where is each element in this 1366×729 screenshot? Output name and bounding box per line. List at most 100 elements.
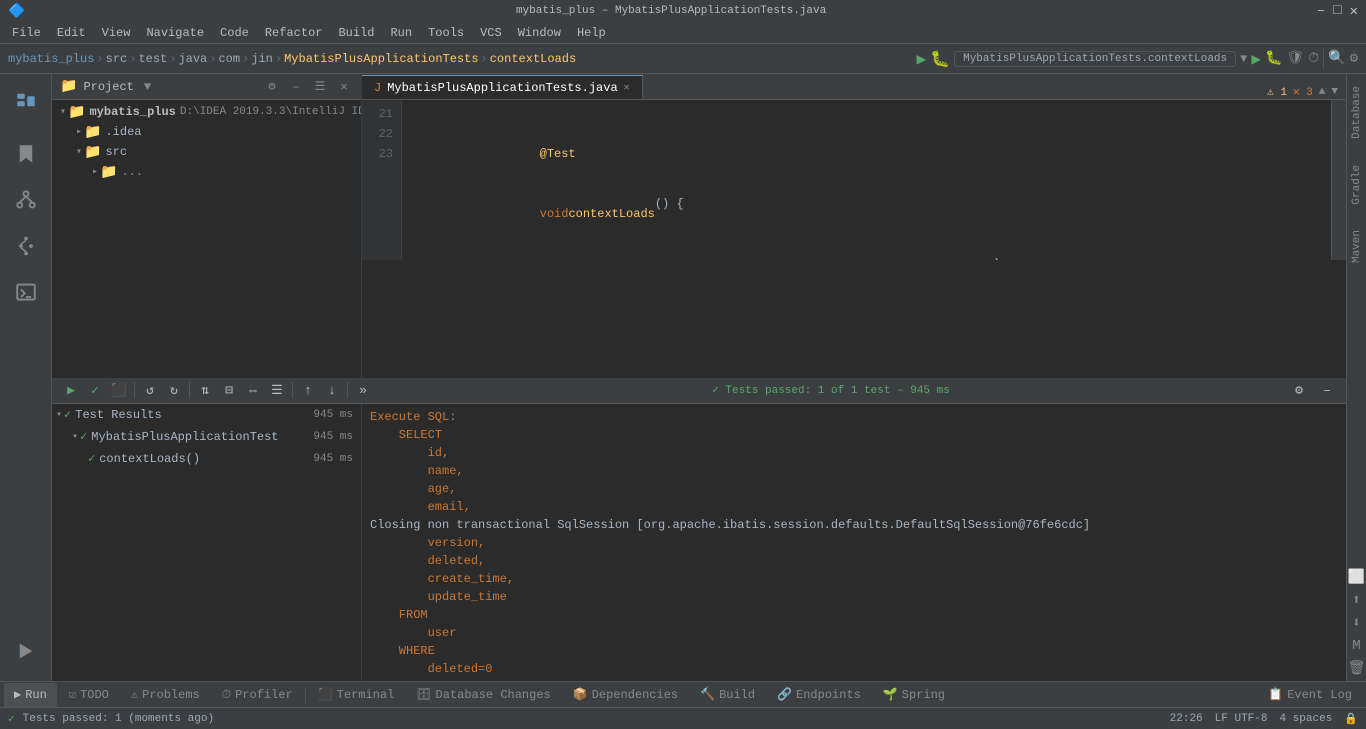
nav-up-btn[interactable]: ▲ bbox=[1319, 86, 1326, 98]
spring-tab-label: Spring bbox=[902, 688, 945, 702]
right-sidebar-icon-5[interactable]: 🗑 bbox=[1348, 660, 1366, 677]
sidebar-terminal-icon[interactable] bbox=[4, 270, 48, 314]
debug-btn[interactable]: 🐛 bbox=[1265, 50, 1282, 67]
run-tree-btn[interactable]: ☰ bbox=[266, 379, 288, 401]
nav-test[interactable]: test bbox=[138, 52, 167, 66]
menu-code[interactable]: Code bbox=[212, 22, 257, 43]
tree-root[interactable]: ▾ 📁 mybatis_plus D:\IDEA 2019.3.3\Intell… bbox=[52, 102, 361, 122]
menu-refactor[interactable]: Refactor bbox=[257, 22, 331, 43]
run-down-btn[interactable]: ↓ bbox=[321, 379, 343, 401]
sidebar-git-icon[interactable] bbox=[4, 224, 48, 268]
minimize-button[interactable]: – bbox=[1317, 3, 1325, 20]
sidebar-structure-icon[interactable] bbox=[4, 178, 48, 222]
settings-icon[interactable]: ⚙ bbox=[1350, 50, 1358, 67]
output-line-11: FROM bbox=[370, 606, 1338, 624]
status-indentation[interactable]: 4 spaces bbox=[1279, 713, 1332, 725]
tree-src-child[interactable]: ▸ 📁 ... bbox=[52, 162, 361, 182]
code-text[interactable]: @Test void contextLoads() { List<User> u… bbox=[402, 100, 1331, 260]
dropdown-icon[interactable]: ▼ bbox=[144, 80, 151, 94]
nav-mybatis-plus[interactable]: mybatis_plus bbox=[8, 52, 94, 66]
menu-vcs[interactable]: VCS bbox=[472, 22, 510, 43]
test-item-results[interactable]: ▾ ✓ Test Results 945 ms bbox=[52, 404, 361, 426]
search-everywhere-icon[interactable]: 🔍 bbox=[1328, 50, 1345, 67]
menu-file[interactable]: File bbox=[4, 22, 49, 43]
nav-class[interactable]: MybatisPlusApplicationTests bbox=[284, 52, 478, 66]
output-line-1: Execute SQL: bbox=[370, 408, 1338, 426]
menu-run[interactable]: Run bbox=[382, 22, 420, 43]
sidebar-bookmark-icon[interactable] bbox=[4, 132, 48, 176]
run-more-btn[interactable]: » bbox=[352, 379, 374, 401]
run-icon[interactable]: ▶ bbox=[917, 49, 927, 69]
coverage-btn[interactable]: 🛡 bbox=[1286, 50, 1304, 67]
menu-help[interactable]: Help bbox=[569, 22, 614, 43]
bottom-tab-db-changes[interactable]: 🗄 Database Changes bbox=[406, 683, 560, 707]
bottom-tab-spring[interactable]: 🌱 Spring bbox=[873, 683, 955, 707]
right-sidebar-icon-2[interactable]: ⬆ bbox=[1352, 592, 1360, 609]
bottom-tab-dependencies[interactable]: 📦 Dependencies bbox=[563, 683, 688, 707]
tree-idea[interactable]: ▸ 📁 .idea bbox=[52, 122, 361, 142]
panel-gear-icon[interactable]: ⚙ bbox=[263, 78, 281, 96]
run-btn-green[interactable]: ▶ bbox=[1251, 49, 1261, 69]
run-check-btn[interactable]: ✓ bbox=[84, 379, 106, 401]
nav-down-btn[interactable]: ▼ bbox=[1331, 86, 1338, 98]
run-rerun-failed-btn[interactable]: ↺ bbox=[139, 379, 161, 401]
run-close-btn[interactable]: – bbox=[1316, 379, 1338, 401]
nav-src[interactable]: src bbox=[106, 52, 128, 66]
right-sidebar-icon-4[interactable]: M bbox=[1352, 638, 1360, 654]
bottom-tab-terminal[interactable]: ⬛ Terminal bbox=[308, 683, 405, 707]
menu-build[interactable]: Build bbox=[330, 22, 382, 43]
test-item-method[interactable]: ✓ contextLoads() 945 ms bbox=[52, 448, 361, 470]
panel-settings-icon[interactable]: ☰ bbox=[311, 78, 329, 96]
right-tab-maven[interactable]: Maven bbox=[1349, 222, 1365, 271]
run-filter-btn[interactable]: ⊟ bbox=[218, 379, 240, 401]
nav-java[interactable]: java bbox=[178, 52, 207, 66]
output-line-12: user bbox=[370, 624, 1338, 642]
right-sidebar-icon-3[interactable]: ⬇ bbox=[1352, 615, 1360, 632]
profiler-btn[interactable]: ⏱ bbox=[1308, 51, 1319, 67]
panel-collapse-icon[interactable]: – bbox=[287, 78, 305, 96]
bottom-tab-endpoints[interactable]: 🔗 Endpoints bbox=[767, 683, 871, 707]
maximize-button[interactable]: □ bbox=[1333, 3, 1341, 20]
dependencies-tab-icon: 📦 bbox=[573, 687, 588, 702]
run-dropdown-icon[interactable]: ▼ bbox=[1240, 52, 1247, 66]
debug-icon[interactable]: 🐛 bbox=[930, 49, 950, 69]
nav-com[interactable]: com bbox=[218, 52, 240, 66]
project-panel-header: 📁 Project ▼ ⚙ – ☰ ✕ bbox=[52, 74, 361, 100]
run-expand-btn[interactable]: ⇔ bbox=[242, 379, 264, 401]
test-item-class[interactable]: ▾ ✓ MybatisPlusApplicationTest 945 ms bbox=[52, 426, 361, 448]
nav-method[interactable]: contextLoads bbox=[490, 52, 576, 66]
bottom-tab-event-log[interactable]: 📋 Event Log bbox=[1258, 683, 1362, 707]
tree-src[interactable]: ▾ 📁 src bbox=[52, 142, 361, 162]
output-panel[interactable]: Execute SQL: SELECT id, name, age, email… bbox=[362, 404, 1346, 682]
bottom-tab-run[interactable]: ▶ Run bbox=[4, 683, 57, 707]
nav-jin[interactable]: jin bbox=[251, 52, 273, 66]
run-stop-btn[interactable]: ⬛ bbox=[108, 379, 130, 401]
right-sidebar-icon-1[interactable]: ⬜ bbox=[1348, 569, 1365, 586]
close-button[interactable]: ✕ bbox=[1350, 3, 1358, 20]
menu-edit[interactable]: Edit bbox=[49, 22, 94, 43]
run-up-btn[interactable]: ↑ bbox=[297, 379, 319, 401]
run-rerun-btn[interactable]: ↻ bbox=[163, 379, 185, 401]
menu-window[interactable]: Window bbox=[510, 22, 569, 43]
right-tab-database[interactable]: Database bbox=[1349, 78, 1365, 147]
menu-view[interactable]: View bbox=[94, 22, 139, 43]
run-play-btn[interactable]: ▶ bbox=[60, 379, 82, 401]
tab-close-button[interactable]: ✕ bbox=[624, 82, 630, 94]
menu-tools[interactable]: Tools bbox=[420, 22, 472, 43]
bottom-tab-profiler[interactable]: ⏱ Profiler bbox=[212, 683, 303, 707]
run-sort-btn[interactable]: ⇅ bbox=[194, 379, 216, 401]
menu-navigate[interactable]: Navigate bbox=[138, 22, 212, 43]
sidebar-run-icon[interactable] bbox=[4, 629, 48, 673]
bottom-tab-problems[interactable]: ⚠ Problems bbox=[121, 683, 210, 707]
status-encoding[interactable]: LF UTF-8 bbox=[1215, 713, 1268, 725]
run-panel-header: ▶ ✓ ⬛ ↺ ↻ ⇅ ⊟ ⇔ ☰ ↑ ↓ » bbox=[52, 378, 1346, 404]
bottom-tab-build[interactable]: 🔨 Build bbox=[690, 683, 765, 707]
bottom-tab-todo[interactable]: ☑ TODO bbox=[59, 683, 119, 707]
run-settings-btn[interactable]: ⚙ bbox=[1288, 379, 1310, 401]
editor-tab-main[interactable]: J MybatisPlusApplicationTests.java ✕ bbox=[362, 75, 643, 99]
run-config-label[interactable]: MybatisPlusApplicationTests.contextLoads bbox=[954, 51, 1236, 67]
panel-close-icon[interactable]: ✕ bbox=[335, 78, 353, 96]
right-tab-gradle[interactable]: Gradle bbox=[1349, 157, 1365, 213]
run-panel: ▶ ✓ ⬛ ↺ ↻ ⇅ ⊟ ⇔ ☰ ↑ ↓ » bbox=[52, 378, 1346, 682]
sidebar-project-icon[interactable] bbox=[4, 78, 48, 122]
